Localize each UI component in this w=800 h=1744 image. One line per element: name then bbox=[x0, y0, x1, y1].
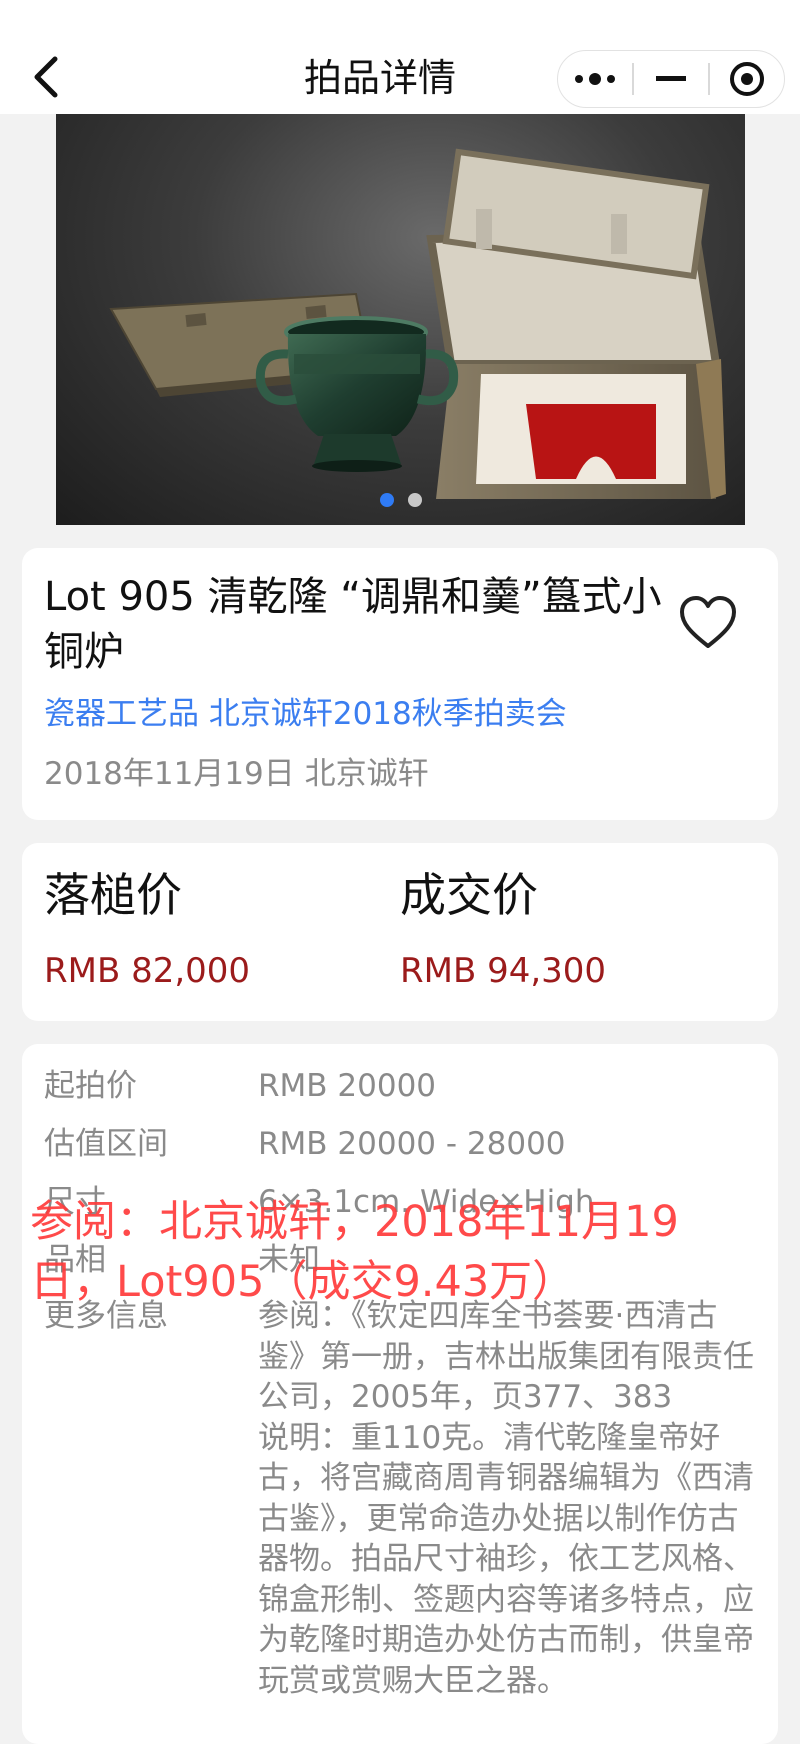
lot-summary-card: Lot 905 清乾隆 “调鼎和羹”簋式小铜炉 瓷器工艺品 北京诚轩2018秋季… bbox=[22, 548, 778, 820]
condition-value: 未知 bbox=[258, 1242, 320, 1278]
lot-info-card: 起拍价 RMB 20000 估值区间 RMB 20000 - 28000 尺寸 … bbox=[22, 1044, 778, 1744]
mini-program-capsule bbox=[557, 50, 785, 108]
more-info-value: 参阅：《钦定四库全书荟要·西清古鉴》第一册，吉林出版集团有限责任公司，2005年… bbox=[258, 1298, 754, 1699]
deal-price-label: 成交价 bbox=[400, 868, 538, 922]
carousel-dot[interactable] bbox=[407, 493, 422, 507]
lot-title: Lot 905 清乾隆 “调鼎和羹”簋式小铜炉 bbox=[44, 574, 662, 675]
size-label: 尺寸 bbox=[44, 1184, 106, 1220]
start-price-label: 起拍价 bbox=[44, 1068, 137, 1104]
deal-price-value: RMB 94,300 bbox=[400, 951, 607, 991]
minus-icon bbox=[655, 76, 686, 81]
hammer-price-label: 落槌价 bbox=[44, 868, 182, 922]
size-value: 6×3.1cm. Wide×High bbox=[258, 1184, 595, 1220]
more-dots-icon bbox=[575, 73, 616, 85]
hammer-price-value: RMB 82,000 bbox=[44, 951, 251, 991]
start-price-value: RMB 20000 bbox=[258, 1068, 437, 1104]
more-button[interactable] bbox=[558, 51, 632, 107]
price-card: 落槌价 RMB 82,000 成交价 RMB 94,300 bbox=[22, 843, 778, 1021]
auction-date-house: 2018年11月19日 北京诚轩 bbox=[44, 756, 429, 792]
lot-image-carousel[interactable] bbox=[56, 114, 745, 525]
minimize-button[interactable] bbox=[634, 51, 708, 107]
carousel-indicator bbox=[56, 493, 745, 507]
auction-category-link[interactable]: 瓷器工艺品 北京诚轩2018秋季拍卖会 bbox=[44, 692, 567, 736]
close-button[interactable] bbox=[710, 51, 784, 107]
estimate-label: 估值区间 bbox=[44, 1126, 168, 1162]
hammer-price-block: 落槌价 RMB 82,000 bbox=[44, 863, 250, 993]
heart-outline-icon bbox=[680, 596, 736, 648]
lot-photo bbox=[109, 148, 726, 499]
navigation-bar: 拍品详情 bbox=[0, 0, 800, 114]
target-icon bbox=[729, 62, 764, 96]
condition-label: 品相 bbox=[44, 1242, 106, 1278]
more-info-label: 更多信息 bbox=[44, 1298, 168, 1334]
estimate-value: RMB 20000 - 28000 bbox=[258, 1126, 566, 1162]
carousel-dot-active[interactable] bbox=[379, 493, 394, 507]
deal-price-block: 成交价 RMB 94,300 bbox=[400, 863, 606, 993]
favorite-button[interactable] bbox=[678, 594, 738, 654]
